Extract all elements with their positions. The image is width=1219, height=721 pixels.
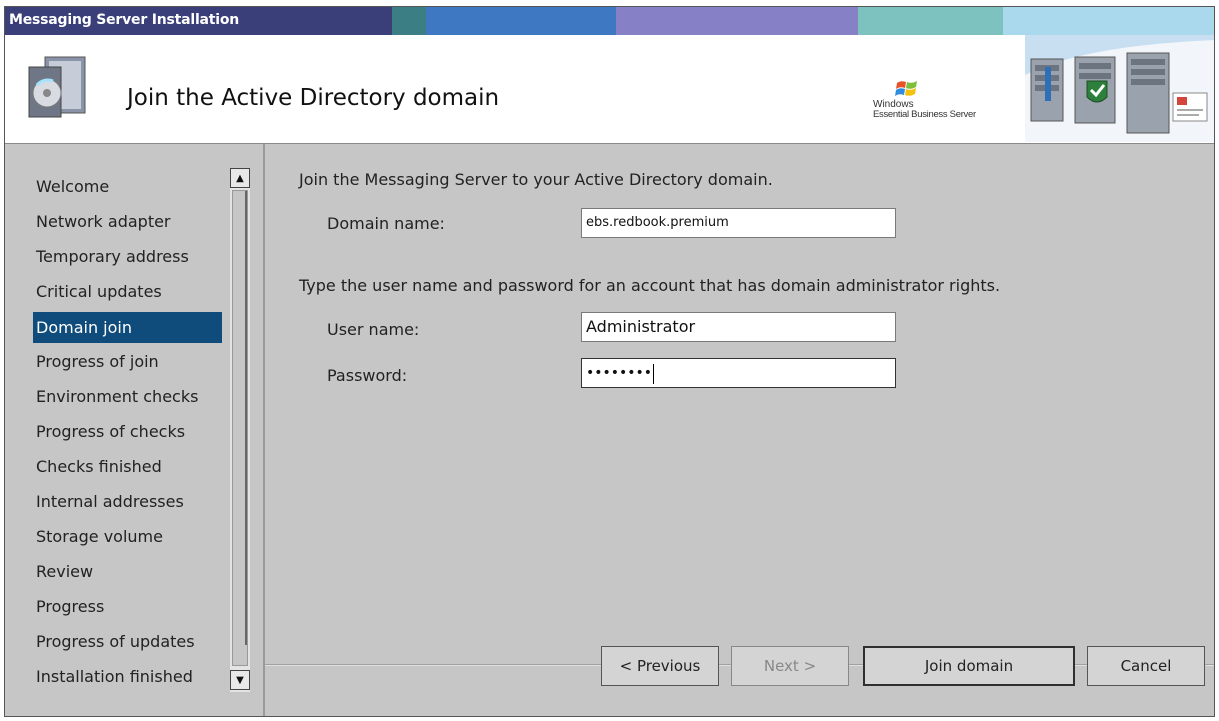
wizard-header: Join the Active Directory domain Windows…	[5, 35, 1214, 144]
product-brand: Windows Essential Business Server	[845, 79, 1025, 120]
installer-disc-icon	[23, 53, 99, 125]
scroll-up-button[interactable]: ▲	[230, 168, 250, 188]
title-band	[1003, 7, 1214, 35]
title-band	[392, 7, 427, 35]
next-button[interactable]: Next >	[731, 646, 849, 686]
step-environment-checks: Environment checks	[36, 387, 199, 406]
wizard-steps-sidebar: Welcome Network adapter Temporary addres…	[5, 144, 265, 716]
arrow-down-icon: ▼	[236, 674, 244, 686]
domain-name-value: ebs.redbook.premium	[586, 215, 729, 230]
user-name-label: User name:	[327, 320, 420, 339]
join-domain-button[interactable]: Join domain	[863, 646, 1075, 686]
user-name-value: Administrator	[586, 317, 696, 336]
password-value: ••••••••	[586, 365, 653, 381]
wizard-content: Join the Messaging Server to your Active…	[265, 144, 1214, 716]
steps-list: Welcome Network adapter Temporary addres…	[33, 172, 223, 697]
password-field[interactable]: ••••••••	[581, 358, 896, 388]
arrow-up-icon: ▲	[236, 172, 244, 184]
window-title: Messaging Server Installation	[9, 12, 240, 28]
step-domain-join: Domain join	[33, 312, 222, 343]
step-storage-volume: Storage volume	[36, 527, 163, 546]
cancel-button[interactable]: Cancel	[1087, 646, 1205, 686]
text-caret	[653, 363, 655, 384]
password-label: Password:	[327, 366, 408, 385]
step-network-adapter: Network adapter	[36, 212, 171, 231]
scroll-thumb[interactable]	[233, 191, 247, 645]
step-progress-of-checks: Progress of checks	[36, 422, 186, 441]
step-progress-of-join: Progress of join	[36, 352, 159, 371]
domain-name-field[interactable]: ebs.redbook.premium	[581, 208, 896, 238]
step-critical-updates: Critical updates	[36, 282, 162, 301]
scroll-down-button[interactable]: ▼	[230, 670, 250, 690]
step-checks-finished: Checks finished	[36, 457, 162, 476]
step-internal-addresses: Internal addresses	[36, 492, 184, 511]
windows-logo-icon	[895, 81, 917, 96]
step-installation-finished: Installation finished	[36, 667, 193, 686]
step-temporary-address: Temporary address	[36, 247, 189, 266]
credentials-intro-text: Type the user name and password for an a…	[299, 276, 1001, 295]
intro-text: Join the Messaging Server to your Active…	[299, 170, 773, 189]
previous-button[interactable]: < Previous	[601, 646, 719, 686]
step-progress: Progress	[36, 597, 105, 616]
step-welcome: Welcome	[36, 177, 110, 196]
step-progress-of-updates: Progress of updates	[36, 632, 195, 651]
step-review: Review	[36, 562, 94, 581]
title-band	[615, 7, 858, 35]
user-name-field[interactable]: Administrator	[581, 312, 896, 342]
server-illustration	[1025, 35, 1214, 142]
page-title: Join the Active Directory domain	[127, 85, 500, 111]
steps-scrollbar[interactable]: ▲ ▼	[230, 168, 250, 692]
title-band	[857, 7, 1004, 35]
title-band	[426, 7, 616, 35]
title-bar: Messaging Server Installation	[5, 7, 1214, 35]
domain-name-label: Domain name:	[327, 214, 445, 233]
scroll-track[interactable]	[232, 190, 248, 666]
installer-window: Messaging Server Installation Join the A…	[4, 6, 1215, 717]
brand-product: Essential Business Server	[873, 109, 976, 120]
